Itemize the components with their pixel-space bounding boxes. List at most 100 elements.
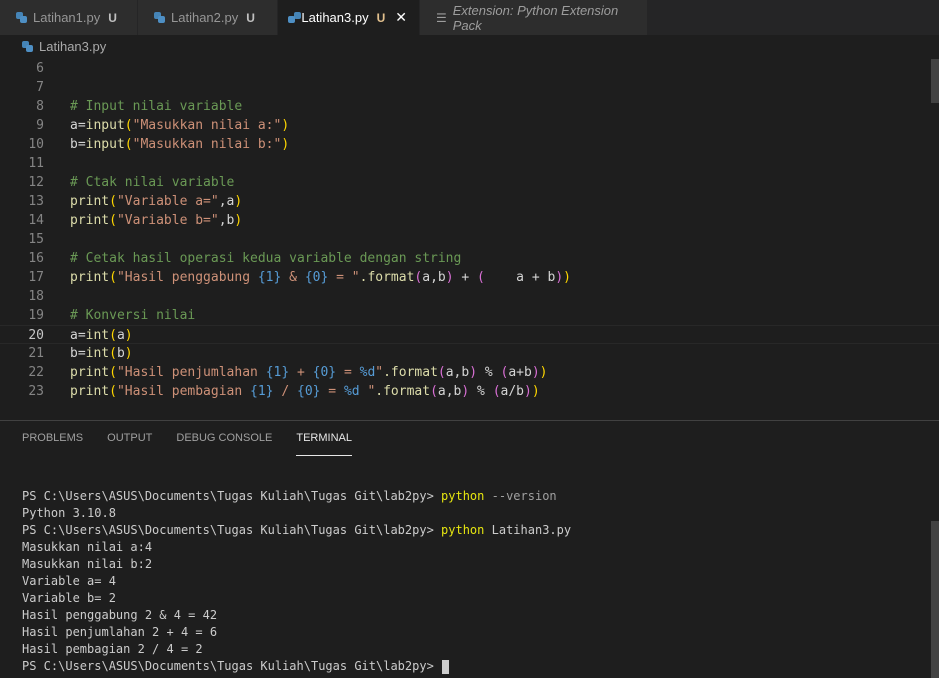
code-line: 17 print("Hasil penggabung {1} & {0} = ".… xyxy=(0,268,939,287)
code-token: input xyxy=(85,137,125,152)
terminal-line: Hasil penggabung 2 & 4 = 42 xyxy=(22,608,218,622)
code-token: %d xyxy=(359,365,376,380)
python-file-icon xyxy=(154,12,165,23)
line-number: 13 xyxy=(28,194,44,209)
code-token: input xyxy=(85,118,125,133)
code-token: .format xyxy=(359,270,415,285)
panel-tabs: PROBLEMS OUTPUT DEBUG CONSOLE TERMINAL xyxy=(0,421,939,456)
tab-label: Latihan3.py xyxy=(301,10,369,25)
terminal-prompt: PS C:\Users\ASUS\Documents\Tugas Kuliah\… xyxy=(22,523,442,537)
breadcrumb-file[interactable]: Latihan3.py xyxy=(39,39,106,54)
code-token: "Variable b=" xyxy=(116,213,219,228)
code-token: int xyxy=(85,346,110,361)
line-number: 7 xyxy=(36,80,44,95)
tab-output[interactable]: OUTPUT xyxy=(107,421,152,456)
terminal-argument: --version xyxy=(484,489,557,503)
code-token: & xyxy=(281,270,305,285)
code-line: 13 print("Variable a=",a) xyxy=(0,192,939,211)
line-number: 18 xyxy=(28,289,44,304)
terminal-line: Hasil pembagian 2 / 4 = 2 xyxy=(22,642,203,656)
line-number: 19 xyxy=(28,308,44,323)
terminal-command: python xyxy=(441,523,485,537)
code-token: = xyxy=(320,384,344,399)
terminal-line: PS C:\Users\ASUS\Documents\Tugas Kuliah\… xyxy=(22,522,571,539)
code-token: % xyxy=(477,365,501,380)
python-file-icon xyxy=(16,12,27,23)
code-token: % xyxy=(469,384,493,399)
code-token: = " xyxy=(328,270,360,285)
code-line: 10 b=input("Masukkan nilai b:") xyxy=(0,135,939,154)
terminal-line: Masukkan nilai b:2 xyxy=(22,557,153,571)
untracked-badge: U xyxy=(376,10,386,25)
terminal-line: Masukkan nilai a:4 xyxy=(22,540,153,554)
code-token: / xyxy=(273,384,297,399)
line-number: 15 xyxy=(28,232,44,247)
comment: # Konversi nilai xyxy=(70,308,196,323)
code-token: a,b xyxy=(422,270,446,285)
terminal-scrollbar[interactable] xyxy=(931,521,939,678)
code-token: a= xyxy=(70,118,86,133)
line-number: 21 xyxy=(28,346,44,361)
code-line: 22 print("Hasil penjumlahan {1} + {0} = %… xyxy=(0,363,939,382)
code-token: b xyxy=(116,346,125,361)
terminal[interactable]: PS C:\Users\ASUS\Documents\Tugas Kuliah\… xyxy=(22,488,571,675)
tab-latihan1[interactable]: Latihan1.py U xyxy=(0,0,138,35)
code-token: int xyxy=(85,328,110,343)
line-number: 23 xyxy=(28,384,44,399)
python-file-icon xyxy=(22,40,33,52)
tab-debug-console[interactable]: DEBUG CONSOLE xyxy=(176,421,272,456)
code-token: " xyxy=(359,384,376,399)
close-icon[interactable]: ✕ xyxy=(395,9,407,26)
code-line: 21 b=int(b) xyxy=(0,344,939,363)
code-line: 8 # Input nilai variable xyxy=(0,97,939,116)
code-token: " xyxy=(375,365,384,380)
tab-extension-python-pack[interactable]: ☰ Extension: Python Extension Pack xyxy=(420,0,648,35)
terminal-line: PS C:\Users\ASUS\Documents\Tugas Kuliah\… xyxy=(22,658,571,675)
code-token: + xyxy=(453,270,478,285)
preview-icon: ☰ xyxy=(436,10,447,25)
python-file-icon xyxy=(286,12,304,23)
terminal-line: Hasil penjumlahan 2 + 4 = 6 xyxy=(22,625,218,639)
code-token: ,a xyxy=(218,194,235,209)
code-token: print xyxy=(70,194,110,209)
code-token: "Hasil penjumlahan xyxy=(116,365,266,380)
terminal-argument: Latihan3.py xyxy=(484,523,572,537)
code-token: a/b xyxy=(500,384,525,399)
code-token: .format xyxy=(383,365,438,380)
code-token: {0} xyxy=(304,270,329,285)
code-line: 9 a=input("Masukkan nilai a:") xyxy=(0,116,939,135)
terminal-line: PS C:\Users\ASUS\Documents\Tugas Kuliah\… xyxy=(22,488,571,505)
code-token: {0} xyxy=(312,365,337,380)
code-line: 15 xyxy=(0,230,939,249)
code-token: {0} xyxy=(297,384,321,399)
tab-label: Latihan2.py xyxy=(171,10,239,25)
code-token: print xyxy=(70,270,110,285)
editor-tab-bar: Latihan1.py U Latihan2.py U Latihan3.py … xyxy=(0,0,939,35)
line-number: 9 xyxy=(36,118,44,133)
tab-latihan3[interactable]: Latihan3.py U ✕ xyxy=(278,0,420,35)
line-number: 17 xyxy=(28,270,44,285)
line-number: 10 xyxy=(28,137,44,152)
tab-terminal[interactable]: TERMINAL xyxy=(296,421,352,456)
code-token: a= xyxy=(70,328,86,343)
code-token: a,b xyxy=(445,365,470,380)
code-token: a xyxy=(116,328,125,343)
code-token: print xyxy=(70,384,110,399)
line-number: 12 xyxy=(28,175,44,190)
code-token: b= xyxy=(70,137,86,152)
code-editor[interactable]: 6 7 8 # Input nilai variable 9 a=input("Ma… xyxy=(0,59,939,403)
tab-problems[interactable]: PROBLEMS xyxy=(22,421,83,456)
code-token: a + b xyxy=(484,270,556,285)
breadcrumb[interactable]: Latihan3.py xyxy=(0,35,939,57)
code-token: + xyxy=(289,365,313,380)
code-token: "Masukkan nilai b:" xyxy=(132,137,282,152)
code-token: {1} xyxy=(250,384,274,399)
tab-latihan2[interactable]: Latihan2.py U xyxy=(138,0,278,35)
editor-scrollbar[interactable] xyxy=(931,59,939,103)
terminal-prompt: PS C:\Users\ASUS\Documents\Tugas Kuliah\… xyxy=(22,489,442,503)
code-line: 23 print("Hasil pembagian {1} / {0} = %d … xyxy=(0,382,939,401)
line-number: 8 xyxy=(36,99,44,114)
code-token: "Variable a=" xyxy=(116,194,219,209)
tab-label: Extension: Python Extension Pack xyxy=(452,2,619,33)
terminal-line: Variable a= 4 xyxy=(22,574,116,588)
